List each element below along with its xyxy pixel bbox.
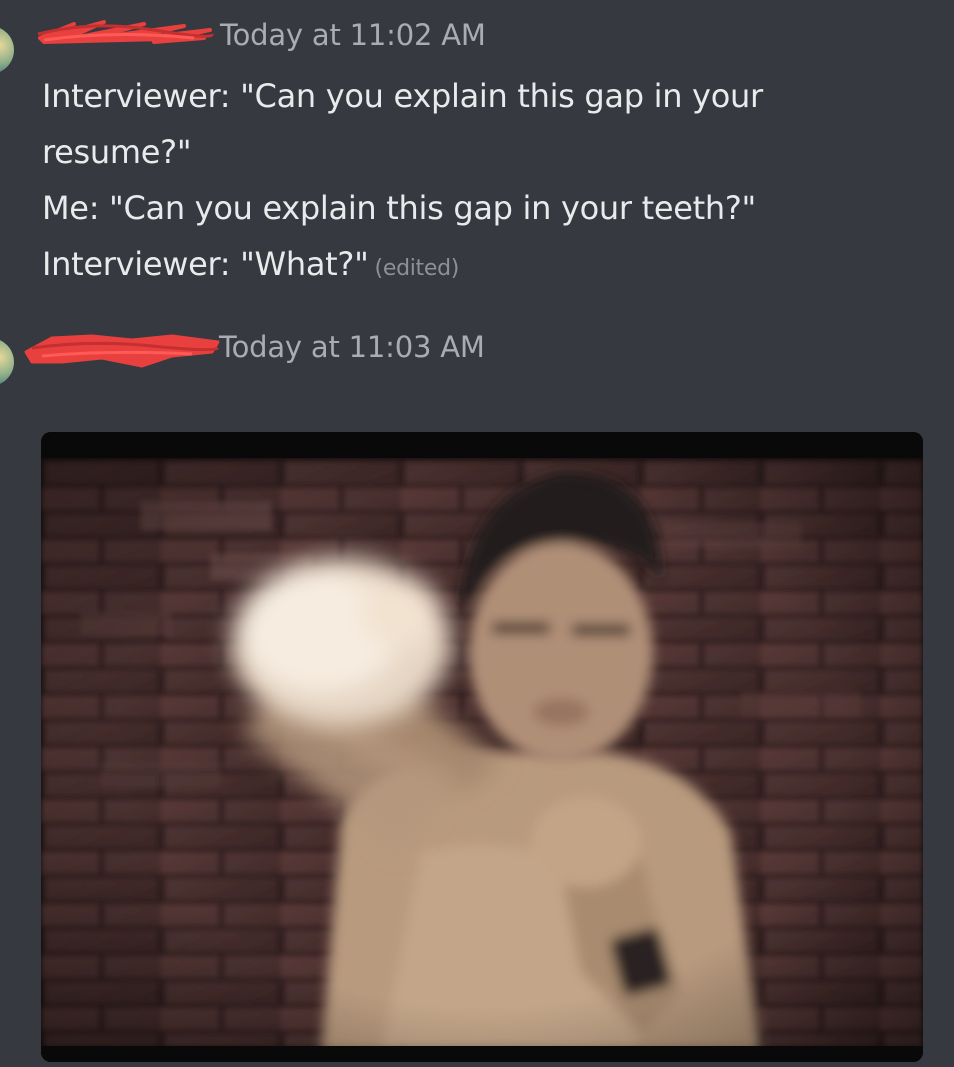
message-line: Interviewer: "Can you explain this gap i…	[42, 77, 763, 115]
punch-photo	[41, 432, 923, 1062]
message-content: Interviewer: "Can you explain this gap i…	[42, 68, 922, 297]
user-avatar[interactable]	[0, 338, 14, 386]
message-line-text: Interviewer: "What?"	[42, 245, 369, 283]
message-line: resume?"	[42, 133, 192, 171]
redacted-username[interactable]	[34, 16, 214, 46]
message-line: Me: "Can you explain this gap in your te…	[42, 189, 756, 227]
user-avatar[interactable]	[0, 26, 14, 74]
message-timestamp: Today at 11:03 AM	[219, 330, 485, 364]
image-attachment[interactable]	[41, 432, 923, 1062]
redacted-username[interactable]	[22, 322, 222, 368]
message-timestamp: Today at 11:02 AM	[220, 18, 486, 52]
message-line-last: Interviewer: "What?" (edited)	[42, 236, 922, 297]
edited-label: (edited)	[374, 256, 460, 281]
chat-window: Today at 11:02 AM Interviewer: "Can you …	[0, 0, 954, 1067]
